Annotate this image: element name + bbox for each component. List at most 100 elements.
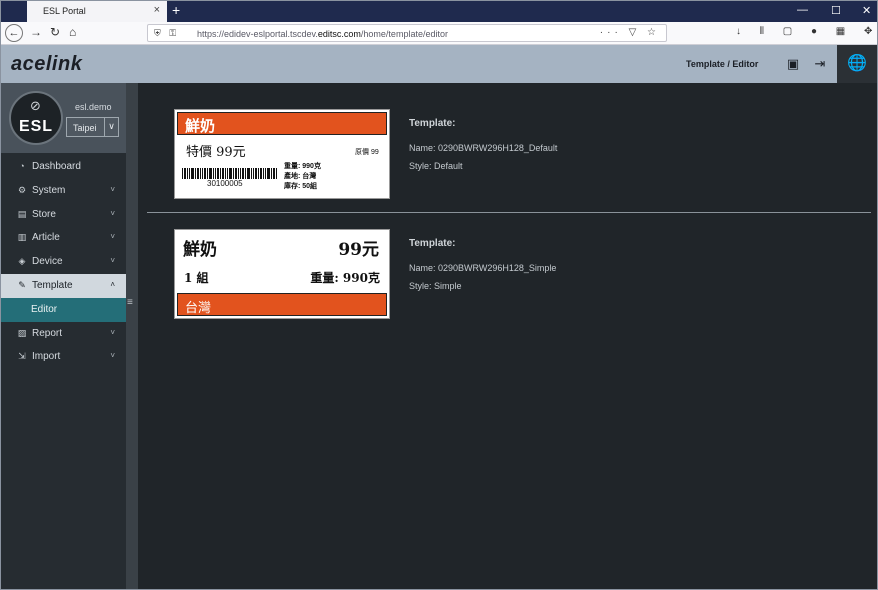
template-preview-simple[interactable]: 鮮奶 99元 1 組 重量: 990克 台灣 [174, 229, 390, 319]
minimize-icon[interactable]: — [797, 4, 808, 16]
sidebar-item-label: Template [32, 279, 73, 291]
chevron-down-icon: ˅ [110, 184, 115, 194]
sidebar-item-label: Dashboard [32, 161, 81, 172]
tab-esl-portal[interactable]: ESL Portal × [27, 1, 167, 22]
reload-icon[interactable]: ↻ [50, 25, 60, 39]
close-window-icon[interactable]: ✕ [862, 4, 871, 17]
barcode-graphic [182, 168, 277, 179]
store-select-value: Taipei [73, 123, 97, 133]
template-preview-default[interactable]: 鮮奶 特價 99元 原價 99 30100005 重量: 990克 產地: 台灣… [174, 109, 390, 199]
tab-title: ESL Portal [43, 6, 86, 16]
sidebar-item-template[interactable]: ✎ Template ˄ [1, 273, 127, 298]
sidebar-item-label: Report [32, 327, 63, 339]
barcode-icon: ▥ [17, 232, 27, 243]
sidebar-item-system[interactable]: ⚙ System ˅ [1, 179, 127, 203]
profile-panel: ⊘ ESL esl.demo Taipei ∨ [1, 83, 127, 153]
preview-product-name: 鮮奶 [185, 117, 216, 135]
sidebar-item-label: Store [32, 208, 56, 220]
forward-icon[interactable]: → [30, 25, 42, 39]
sidebar-collapse-handle[interactable]: ≡ [126, 83, 138, 589]
browser-toolbar: ← → ↻ ⌂ ⛨ ⚿ https://edidev-eslportal.tsc… [1, 22, 877, 45]
language-globe-icon[interactable]: 🌐 [837, 45, 877, 83]
preview-weight: 重量: 990克 [310, 271, 380, 285]
page-actions-icons[interactable]: ··· ▽ ☆ [600, 27, 660, 38]
url-path: /home/template/editor [360, 29, 448, 39]
tab-close-icon[interactable]: × [154, 4, 160, 16]
template-list: 鮮奶 特價 99元 原價 99 30100005 重量: 990克 產地: 台灣… [138, 83, 877, 589]
contact-card-icon[interactable]: ▣ [785, 56, 801, 72]
preview-specs: 重量: 990克 產地: 台灣 庫存: 50組 [284, 162, 321, 192]
preview-original-price: 原價 99 [355, 149, 379, 156]
sidebar-item-label: Editor [31, 303, 58, 315]
template-info-title: Template: [409, 238, 456, 249]
tag-icon: ◈ [18, 256, 26, 267]
preview-header-band: 鮮奶 [177, 112, 387, 135]
acelink-logo: acelink [11, 53, 83, 75]
sidebar-item-store[interactable]: ▤ Store ˅ [1, 203, 127, 227]
chevron-down-icon: ˅ [110, 232, 115, 242]
breadcrumb: Template / Editor [686, 59, 759, 69]
sidebar-item-report[interactable]: ▨ Report ˅ [1, 322, 127, 346]
template-info-default: Template: Name: 0290BWRW296H128_Default … [409, 118, 557, 179]
gear-icon: ⚙ [17, 184, 27, 195]
address-bar[interactable]: ⛨ ⚿ https://edidev-eslportal.tscdev.edit… [147, 24, 667, 42]
pencil-icon: ✎ [18, 279, 26, 290]
chart-icon: ▨ [17, 327, 27, 338]
preview-spec-stock: 庫存: 50組 [284, 183, 318, 190]
sidebar-item-import[interactable]: ⇲ Import ˅ [1, 345, 127, 369]
home-icon[interactable]: ⌂ [69, 25, 76, 39]
toolbar-icons[interactable]: ↓ ⫴ ▢ ● ▦ ✥ ≡ [736, 26, 877, 37]
sidebar-item-editor[interactable]: Editor [1, 297, 127, 322]
template-info-simple: Template: Name: 0290BWRW296H128_Simple S… [409, 238, 556, 299]
chevron-down-icon[interactable]: ∨ [104, 118, 118, 136]
template-style: Style: Default [409, 161, 463, 171]
avatar-text: ESL [18, 118, 54, 135]
preview-sale-price: 特價 99元 [186, 145, 246, 160]
sidebar: ⊘ ESL esl.demo Taipei ∨ ◔ Dashboard ⚙ Sy… [1, 83, 127, 589]
logout-icon[interactable]: ⇥ [812, 56, 828, 72]
preview-footer-band: 台灣 [177, 293, 387, 316]
template-name: Name: 0290BWRW296H128_Simple [409, 263, 557, 273]
template-name: Name: 0290BWRW296H128_Default [409, 143, 558, 153]
site-info-icon[interactable]: ⛨ ⚿ [154, 28, 179, 39]
chevron-down-icon: ˅ [110, 256, 115, 266]
sidebar-item-device[interactable]: ◈ Device ˅ [1, 250, 127, 274]
preview-quantity: 1 組 [184, 271, 209, 285]
tab-bar: ESL Portal × + — ☐ ✕ [1, 1, 877, 22]
sidebar-item-label: Import [32, 351, 61, 363]
sidebar-item-dashboard[interactable]: ◔ Dashboard [1, 155, 127, 179]
browser-window: ESL Portal × + — ☐ ✕ ← → ↻ ⌂ ⛨ ⚿ https:/… [0, 0, 878, 590]
username: esl.demo [75, 102, 112, 112]
esl-logo-icon: ⊘ [30, 98, 41, 113]
template-style: Style: Simple [409, 281, 462, 291]
sidebar-item-label: System [32, 184, 66, 196]
dashboard-icon: ◔ [19, 161, 25, 171]
avatar: ⊘ ESL [9, 91, 63, 145]
url-text[interactable]: https://edidev-eslportal.tscdev.editsc.c… [197, 29, 448, 39]
grip-icon[interactable]: ≡ [127, 297, 133, 308]
preview-barcode-number: 30100005 [207, 179, 243, 188]
maximize-icon[interactable]: ☐ [831, 4, 841, 17]
url-prefix: https://edidev-eslportal.tscdev. [197, 29, 318, 39]
preview-price: 99元 [338, 240, 379, 260]
preview-product-name: 鮮奶 [183, 240, 217, 260]
url-domain: editsc.com [317, 29, 361, 39]
preview-origin: 台灣 [185, 301, 212, 316]
sidebar-item-label: Article [32, 232, 60, 244]
sidebar-item-article[interactable]: ▥ Article ˅ [1, 226, 127, 250]
chevron-up-icon: ˄ [110, 279, 115, 289]
sidebar-item-label: Device [32, 256, 63, 268]
chevron-down-icon: ˅ [110, 208, 115, 218]
divider [147, 212, 871, 213]
back-icon[interactable]: ← [5, 24, 23, 42]
template-info-title: Template: [409, 118, 456, 129]
store-icon: ▤ [17, 208, 27, 219]
preview-spec-origin: 產地: 台灣 [284, 173, 317, 180]
import-icon: ⇲ [18, 351, 26, 362]
sidebar-menu: ◔ Dashboard ⚙ System ˅ ▤ Store ˅ ▥ Artic… [1, 155, 127, 369]
new-tab-button[interactable]: + [172, 2, 180, 18]
chevron-down-icon: ˅ [110, 351, 115, 361]
store-select[interactable]: Taipei ∨ [66, 117, 119, 137]
preview-spec-weight: 重量: 990克 [284, 163, 321, 170]
app-header: acelink Template / Editor ▣ ⇥ 🌐 [1, 45, 877, 83]
